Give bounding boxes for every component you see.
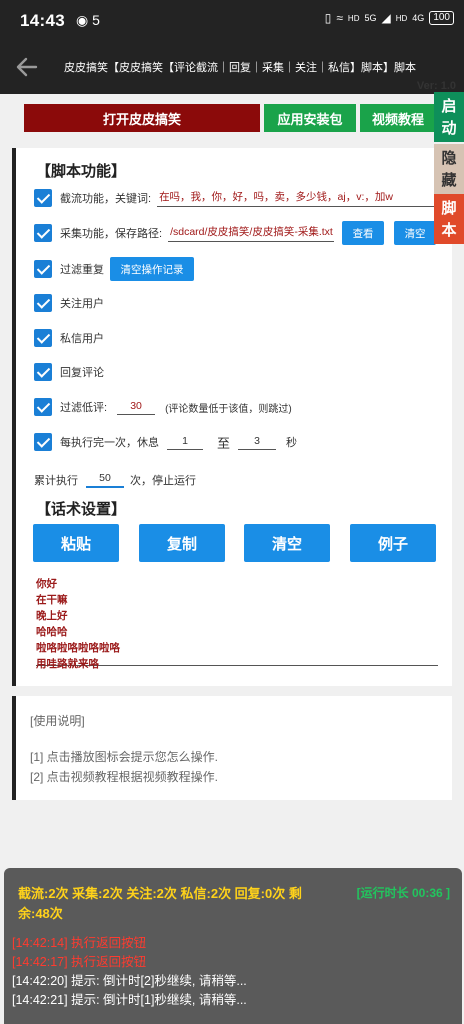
- side-tab-script-label: 脚本: [441, 200, 457, 239]
- rest-row: 每执行完一次，休息 1 至 3 秒: [34, 428, 442, 456]
- page-title: 皮皮搞笑【皮皮搞笑【评论截流｜回复｜采集｜关注｜私信】脚本】脚本: [64, 62, 416, 74]
- intercept-checkbox[interactable]: [34, 189, 52, 207]
- collect-row: 采集功能，保存路径: /sdcard/皮皮搞笑/皮皮搞笑-采集.txt 查看 清…: [34, 219, 442, 247]
- rest-unit-label: 秒: [286, 437, 298, 449]
- speech-line: 你好: [36, 578, 57, 590]
- collect-checkbox[interactable]: [34, 224, 52, 242]
- intercept-label: 截流功能，关键词:: [60, 193, 152, 205]
- side-tab-start-label: 启动: [441, 98, 457, 137]
- speech-line: 晚上好: [36, 610, 68, 622]
- clear-records-button[interactable]: 清空操作记录: [110, 257, 194, 281]
- reply-checkbox[interactable]: [34, 363, 52, 381]
- rest-to-label: 至: [217, 435, 231, 451]
- log-line: [14:42:14] 执行返回按钮: [12, 936, 147, 950]
- notification-indicator: ◉ 5: [76, 12, 100, 29]
- intercept-row: 截流功能，关键词: 在吗，我，你，好，吗，卖，多少钱，aj，v:，加w: [34, 184, 442, 212]
- log-lines[interactable]: [14:42:14] 执行返回按钮 [14:42:17] 执行返回按钮 [14:…: [12, 934, 454, 1024]
- filter-low-hint: (评论数量低于该值，则跳过): [165, 403, 292, 415]
- total-row: 累计执行 50 次，停止运行: [34, 466, 442, 494]
- side-tab-start[interactable]: 启动: [434, 92, 464, 142]
- total-label: 累计执行: [34, 475, 78, 487]
- help-card: [使用说明] [1] 点击播放图标会提示您怎么操作. [2] 点击视频教程根据视…: [12, 696, 452, 800]
- log-line: [14:42:17] 执行返回按钮: [12, 955, 147, 969]
- clear-path-button[interactable]: 清空: [394, 221, 437, 245]
- clear-speech-button[interactable]: 清空: [244, 524, 330, 562]
- follow-row: 关注用户: [34, 289, 442, 317]
- side-tab-script[interactable]: 脚本: [434, 194, 464, 244]
- script-functions-card: 【脚本功能】 截流功能，关键词: 在吗，我，你，好，吗，卖，多少钱，aj，v:，…: [12, 148, 452, 686]
- notification-count: 5: [92, 12, 100, 28]
- total-input[interactable]: 50: [86, 472, 124, 488]
- script-functions-title: 【脚本功能】: [36, 163, 127, 180]
- filter-dup-checkbox[interactable]: [34, 260, 52, 278]
- filter-dup-label: 过滤重复: [60, 264, 104, 276]
- notification-icon: ◉: [76, 12, 89, 28]
- help-title: [使用说明]: [30, 714, 85, 728]
- help-line: [1] 点击播放图标会提示您怎么操作.: [30, 750, 219, 764]
- filter-low-checkbox[interactable]: [34, 398, 52, 416]
- signal-label-2: 5G: [364, 13, 377, 23]
- open-app-button[interactable]: 打开皮皮搞笑: [24, 104, 260, 132]
- side-tab-hide-label: 隐藏: [441, 150, 457, 189]
- view-button[interactable]: 查看: [342, 221, 385, 245]
- reply-label: 回复评论: [60, 367, 104, 379]
- signal-label-4: 4G: [412, 13, 425, 23]
- wifi-icon: ≈: [336, 11, 343, 25]
- rest-min-input[interactable]: 1: [167, 435, 203, 450]
- status-bar: 14:43 ◉ 5 ▯ ≈ HD 5G ◢ HD 4G 100: [0, 0, 464, 40]
- back-arrow-icon[interactable]: [14, 54, 40, 80]
- signal-label-1: HD: [347, 13, 360, 23]
- battery-icon: 100: [429, 11, 454, 25]
- side-tab-hide[interactable]: 隐藏: [434, 144, 464, 194]
- signal-icon: ◢: [381, 11, 391, 25]
- example-button[interactable]: 例子: [350, 524, 436, 562]
- video-tutorial-button[interactable]: 视频教程: [360, 104, 436, 132]
- run-stats-line-2: 余:48次: [18, 906, 63, 921]
- version-label: Ver: 1.0: [416, 80, 456, 92]
- status-time: 14:43: [20, 11, 65, 30]
- filter-low-label: 过滤低评:: [60, 402, 108, 414]
- message-checkbox[interactable]: [34, 329, 52, 347]
- status-icons: ▯ ≈ HD 5G ◢ HD 4G 100: [325, 11, 454, 25]
- follow-checkbox[interactable]: [34, 294, 52, 312]
- runtime-label: [运行时长 00:36 ]: [356, 886, 450, 900]
- message-row: 私信用户: [34, 324, 442, 352]
- speech-line: 哈哈哈: [36, 626, 68, 638]
- reply-row: 回复评论: [34, 358, 442, 386]
- signal-label-3: HD: [395, 13, 408, 23]
- log-panel: 截流:2次 采集:2次 关注:2次 私信:2次 回复:0次 剩 余:48次 [运…: [4, 868, 462, 1024]
- filter-low-input[interactable]: 30: [117, 400, 156, 415]
- speech-line: 用哇路就来咯: [36, 658, 99, 670]
- collect-label: 采集功能，保存路径:: [60, 228, 163, 240]
- run-stats: 截流:2次 采集:2次 关注:2次 私信:2次 回复:0次 剩 余:48次: [18, 884, 324, 924]
- rest-max-input[interactable]: 3: [238, 435, 277, 450]
- log-line: [14:42:21] 提示: 倒计时[1]秒继续, 请稍等...: [12, 993, 247, 1007]
- total-suffix: 次，停止运行: [130, 475, 196, 487]
- filter-low-row: 过滤低评: 30 (评论数量低于该值，则跳过): [34, 393, 442, 421]
- vibrate-icon: ▯: [324, 11, 332, 25]
- copy-button[interactable]: 复制: [139, 524, 225, 562]
- speech-line: 啦咯啦咯啦咯啦咯: [36, 642, 120, 654]
- title-bar: 皮皮搞笑【皮皮搞笑【评论截流｜回复｜采集｜关注｜私信】脚本】脚本: [0, 40, 464, 94]
- filter-dup-row: 过滤重复 清空操作记录: [34, 255, 442, 283]
- message-label: 私信用户: [60, 333, 104, 345]
- install-package-button[interactable]: 应用安装包: [264, 104, 356, 132]
- speech-line: 在干嘛: [36, 594, 68, 606]
- rest-checkbox[interactable]: [34, 433, 52, 451]
- run-stats-line-1: 截流:2次 采集:2次 关注:2次 私信:2次 回复:0次 剩: [18, 886, 302, 901]
- paste-button[interactable]: 粘贴: [33, 524, 119, 562]
- log-line: [14:42:20] 提示: 倒计时[2]秒继续, 请稍等...: [12, 974, 247, 988]
- rest-label: 每执行完一次，休息: [60, 437, 159, 449]
- help-line: [2] 点击视频教程根据视频教程操作.: [30, 770, 219, 784]
- speech-settings-title: 【话术设置】: [36, 501, 127, 518]
- collect-path-input[interactable]: /sdcard/皮皮搞笑/皮皮搞笑-采集.txt: [168, 224, 335, 242]
- follow-label: 关注用户: [60, 298, 104, 310]
- intercept-keywords-input[interactable]: 在吗，我，你，好，吗，卖，多少钱，aj，v:，加w: [157, 189, 442, 207]
- speech-textarea[interactable]: 你好 在干嘛 晚上好 哈哈哈 啦咯啦咯啦咯啦咯 用哇路就来咯: [36, 576, 438, 670]
